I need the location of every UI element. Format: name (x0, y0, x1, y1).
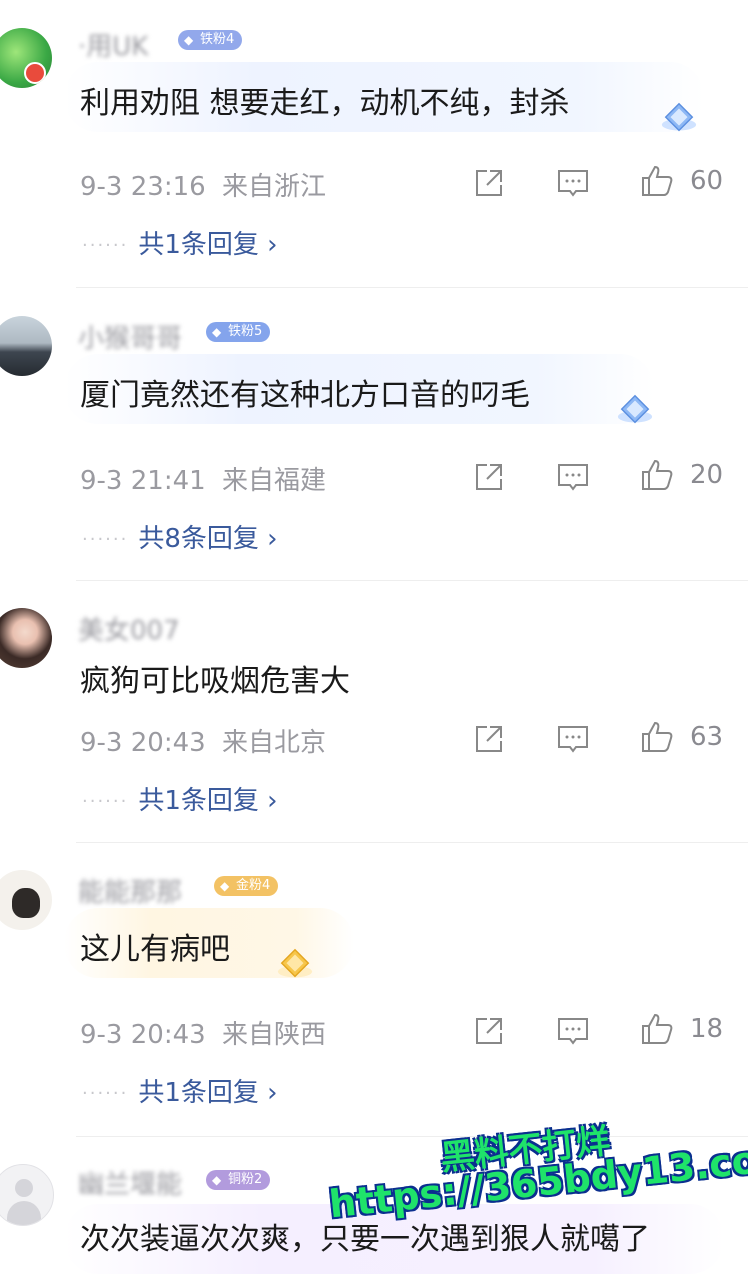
fan-badge: 铁粉5 (206, 322, 271, 342)
avatar[interactable] (0, 1164, 54, 1226)
divider (76, 842, 748, 843)
comment-time: 9-3 20:43 (80, 1020, 206, 1050)
username[interactable]: 幽兰堰能 (78, 1164, 182, 1201)
comment-time: 9-3 21:41 (80, 466, 206, 496)
share-icon[interactable] (472, 722, 506, 756)
comment-meta: 9-3 20:43 来自陕西 (80, 1014, 326, 1051)
comment-location: 来自北京 (221, 728, 326, 758)
comment-location: 来自浙江 (221, 172, 326, 202)
fan-badge: 铁粉4 (178, 30, 243, 50)
comment-meta: 9-3 20:43 来自北京 (80, 722, 326, 759)
view-replies-link[interactable]: ······ 共1条回复 › (82, 224, 278, 261)
divider (76, 287, 748, 288)
dots-icon: ······ (82, 1083, 129, 1104)
comment-icon[interactable] (556, 460, 590, 494)
dots-icon: ······ (82, 235, 129, 256)
like-icon[interactable] (640, 720, 674, 754)
comment-location: 来自福建 (221, 466, 326, 496)
username[interactable]: 小猴哥哥 (78, 318, 182, 355)
comment-icon[interactable] (556, 1014, 590, 1048)
dots-icon: ······ (82, 791, 129, 812)
view-replies-link[interactable]: ······ 共1条回复 › (82, 1072, 278, 1109)
comment-meta: 9-3 21:41 来自福建 (80, 460, 326, 497)
comment-icon[interactable] (556, 722, 590, 756)
replies-label: 共8条回复 › (138, 524, 278, 554)
like-icon[interactable] (640, 458, 674, 492)
comment-text: 利用劝阻 想要走红，动机不纯，封杀 (80, 86, 570, 121)
fan-badge: 金粉4 (214, 876, 279, 896)
diamond-badge-icon (617, 394, 653, 424)
dots-icon: ······ (82, 529, 129, 550)
like-count: 18 (690, 1014, 724, 1044)
comment-time: 9-3 23:16 (80, 172, 206, 202)
like-count: 60 (690, 166, 724, 196)
view-replies-link[interactable]: ······ 共8条回复 › (82, 518, 278, 555)
avatar[interactable] (0, 870, 52, 930)
share-icon[interactable] (472, 460, 506, 494)
share-icon[interactable] (472, 166, 506, 200)
cat-icon (12, 888, 40, 918)
comment-text: 这儿有病吧 (80, 932, 230, 967)
avatar[interactable] (0, 608, 52, 668)
view-replies-link[interactable]: ······ 共1条回复 › (82, 780, 278, 817)
divider (76, 1136, 748, 1137)
share-icon[interactable] (472, 1014, 506, 1048)
fan-badge: 铜粉2 (206, 1170, 271, 1190)
avatar[interactable] (0, 28, 52, 88)
replies-label: 共1条回复 › (138, 786, 278, 816)
comment-time: 9-3 20:43 (80, 728, 206, 758)
username[interactable]: ·用UK (78, 26, 148, 63)
divider (76, 580, 748, 581)
comment-meta: 9-3 23:16 来自浙江 (80, 166, 326, 203)
replies-label: 共1条回复 › (138, 230, 278, 260)
username[interactable]: 能能那那 (78, 872, 182, 909)
default-avatar-body (7, 1201, 41, 1225)
default-avatar-icon (15, 1179, 33, 1197)
username[interactable]: 美女007 (78, 610, 180, 647)
like-count: 63 (690, 722, 724, 752)
replies-label: 共1条回复 › (138, 1078, 278, 1108)
comment-text: 厦门竟然还有这种北方口音的叼毛 (80, 378, 530, 413)
comment-icon[interactable] (556, 166, 590, 200)
avatar[interactable] (0, 316, 52, 376)
comment-location: 来自陕西 (221, 1020, 326, 1050)
like-count: 20 (690, 460, 724, 490)
gold-diamond-badge-icon (277, 948, 313, 978)
diamond-badge-icon (661, 102, 697, 132)
like-icon[interactable] (640, 164, 674, 198)
avatar-badge-icon (24, 62, 46, 84)
comment-text: 次次装逼次次爽，只要一次遇到狠人就噶了 (80, 1222, 650, 1257)
like-icon[interactable] (640, 1012, 674, 1046)
comment-text: 疯狗可比吸烟危害大 (80, 664, 350, 699)
